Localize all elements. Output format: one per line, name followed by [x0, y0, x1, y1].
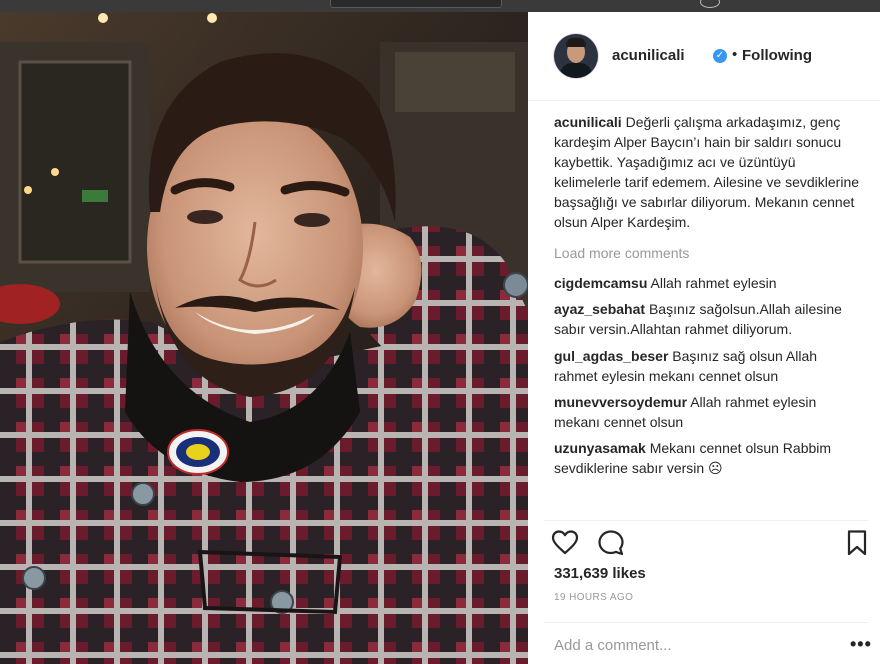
- top-bar-fragment: [700, 0, 720, 8]
- bookmark-icon[interactable]: [842, 528, 872, 558]
- comment-item: cigdemcamsu Allah rahmet eylesin: [554, 273, 864, 293]
- comment-item: munevversoydemur Allah rahmet eylesin me…: [554, 392, 864, 432]
- comment-username[interactable]: uzunyasamak: [554, 440, 646, 456]
- avatar-shirt: [560, 63, 592, 78]
- comment-item: ayaz_sebahat Başınız sağolsun.Allah aile…: [554, 299, 864, 339]
- post-username[interactable]: acunilicali: [612, 47, 685, 64]
- comment-item: uzunyasamak Mekanı cennet olsun Rabbim s…: [554, 438, 864, 478]
- avatar-hair: [566, 38, 586, 47]
- verified-badge-icon: ✓: [713, 49, 727, 63]
- comment-item: gul_agdas_beser Başınız sağ olsun Allah …: [554, 346, 864, 386]
- comment-username[interactable]: ayaz_sebahat: [554, 301, 645, 317]
- top-bar-fragment: [330, 0, 502, 8]
- post-header: acunilicali ✓ • Following: [528, 12, 880, 101]
- heart-icon[interactable]: [550, 528, 580, 558]
- comment-username[interactable]: munevversoydemur: [554, 394, 687, 410]
- selfie-image: [0, 12, 528, 664]
- caption-username[interactable]: acunilicali: [554, 114, 622, 130]
- comment-username[interactable]: cigdemcamsu: [554, 275, 647, 291]
- caption-text: Değerli çalışma arkadaşımız, genç kardeş…: [554, 114, 860, 230]
- comment-username[interactable]: gul_agdas_beser: [554, 348, 668, 364]
- comments-list: acunilicali Değerli çalışma arkadaşımız,…: [554, 112, 864, 478]
- add-comment-input[interactable]: [554, 634, 814, 656]
- caption: acunilicali Değerli çalışma arkadaşımız,…: [554, 112, 864, 232]
- load-more-comments-link[interactable]: Load more comments: [554, 243, 864, 263]
- post-photo[interactable]: [0, 12, 528, 664]
- post-panel: acunilicali ✓ • Following acunilicali De…: [528, 12, 880, 664]
- divider: [544, 622, 868, 623]
- avatar[interactable]: [554, 34, 598, 78]
- divider: [544, 520, 868, 521]
- post-timestamp[interactable]: 19 HOURS AGO: [554, 592, 633, 603]
- comment-bubble-icon[interactable]: [596, 528, 626, 558]
- more-options-icon[interactable]: •••: [850, 634, 872, 655]
- comment-text: Allah rahmet eylesin: [650, 275, 777, 291]
- top-bar: [0, 0, 880, 12]
- action-bar: [528, 528, 880, 564]
- separator-dot: •: [732, 46, 738, 63]
- following-button[interactable]: Following: [742, 47, 812, 64]
- likes-count[interactable]: 331,639 likes: [554, 565, 646, 582]
